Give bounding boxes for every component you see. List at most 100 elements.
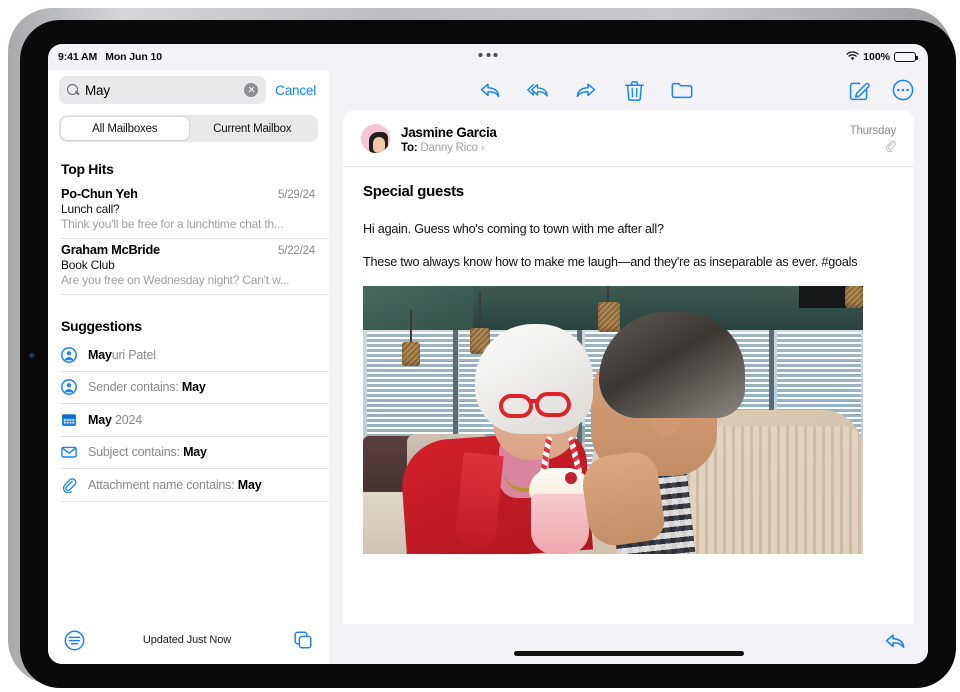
suggestion-match: May [182,380,206,394]
suggestion-label: Mayuri Patel [88,348,156,362]
suggestion-match: May [183,445,207,459]
multitasking-dots-icon[interactable] [479,53,498,57]
photo-red-glasses [535,392,571,417]
battery-full-icon [894,52,916,63]
suggestion-prefix: Sender contains: [88,380,182,394]
list-item[interactable]: Subject contains: May [61,437,329,470]
cancel-search-button[interactable]: Cancel [275,83,318,98]
filter-icon[interactable] [64,630,85,651]
lamp-cord [410,310,412,342]
top-hits-heading: Top Hits [48,161,329,177]
list-item[interactable]: Graham McBride 5/22/24 Book Club Are you… [61,239,329,295]
avatar-face [373,137,385,153]
trash-icon[interactable] [623,79,645,101]
toolbar-left-group [479,79,693,101]
lamp-shade [402,342,420,366]
message-subject: Special guests [363,183,894,200]
clear-search-button[interactable] [244,83,258,97]
split-view: May Cancel All Mailboxes Current Mailbox… [48,70,928,664]
message-bottom-bar [329,624,928,664]
chevron-right-icon: › [481,142,484,154]
photo-milkshake-glass [531,494,589,554]
suggestion-rest: 2024 [112,413,142,427]
top-hit-header: Po-Chun Yeh 5/29/24 [61,186,315,201]
message-date: Thursday [850,125,896,137]
top-hit-sender: Po-Chun Yeh [61,186,278,201]
list-item[interactable]: Po-Chun Yeh 5/29/24 Lunch call? Think yo… [61,183,329,239]
suggestion-label: Attachment name contains: May [88,478,261,492]
recipient-name: Danny Rico [420,142,477,154]
message-body: Special guests Hi again. Guess who's com… [343,167,914,624]
photo-red-glasses [499,394,533,418]
avatar [361,124,390,153]
suggestion-match: May [238,478,262,492]
suggestion-match: May [88,413,112,427]
top-hit-subject: Lunch call? [61,202,315,216]
person-circle-icon [61,379,77,395]
top-hit-date: 5/22/24 [278,245,315,257]
front-camera-icon [29,353,35,359]
top-hit-preview: Are you free on Wednesday night? Can't w… [61,273,315,287]
status-time: 9:41 AM [58,51,97,63]
suggestion-label: Sender contains: May [88,380,206,394]
envelope-icon [61,444,77,460]
ipad-screen: 9:41 AM Mon Jun 10 100% [48,44,928,664]
lamp-shade [845,286,863,308]
suggestions-list: Mayuri Patel Sender contains: May [48,339,329,502]
scope-all-mailboxes[interactable]: All Mailboxes [61,117,189,140]
sidebar-bottom-bar: Updated Just Now [48,620,329,664]
message-header-right: Thursday [850,124,896,153]
status-bar-left: 9:41 AM Mon Jun 10 [58,51,162,63]
suggestion-prefix: Attachment name contains: [88,478,238,492]
search-icon [67,84,79,96]
message-card: Jasmine Garcia To: Danny Rico › Thursday [343,110,914,624]
dot [486,53,490,57]
copy-multiselect-icon[interactable] [293,630,313,650]
mailbox-scope-segmented-control[interactable]: All Mailboxes Current Mailbox [59,115,318,142]
photo-cherry [565,472,577,484]
compose-pencil-icon[interactable] [848,79,870,101]
suggestion-label: Subject contains: May [88,445,207,459]
status-date: Mon Jun 10 [105,51,162,63]
photo-glasses-bridge [531,399,539,403]
list-item[interactable]: Mayuri Patel [61,339,329,372]
suggestion-prefix: Subject contains: [88,445,183,459]
list-item[interactable]: Attachment name contains: May [61,469,329,502]
device-frame: 9:41 AM Mon Jun 10 100% [8,8,952,684]
forward-arrow-icon[interactable] [575,79,597,101]
to-label: To: [401,142,417,154]
message-paragraph: These two always know how to make me lau… [363,253,894,272]
lamp-shade [598,302,620,332]
scope-current-mailbox[interactable]: Current Mailbox [189,117,317,140]
paperclip-icon [61,477,77,493]
message-detail-pane: Jasmine Garcia To: Danny Rico › Thursday [329,70,928,664]
list-item[interactable]: Sender contains: May [61,372,329,405]
message-header: Jasmine Garcia To: Danny Rico › Thursday [343,110,914,167]
search-input[interactable]: May [59,76,266,104]
wifi-icon [846,51,859,64]
reply-arrow-icon[interactable] [884,630,906,652]
dot [479,53,483,57]
reply-arrow-icon[interactable] [479,79,501,101]
ellipsis-circle-icon[interactable] [892,79,914,101]
top-hit-date: 5/29/24 [278,189,315,201]
photo-person-hair [475,324,593,434]
toolbar-right-group [848,79,914,101]
lamp-cord [479,292,481,328]
calendar-icon [61,412,77,428]
suggestions-heading: Suggestions [48,318,329,334]
message-toolbar [329,70,928,110]
message-sender-name: Jasmine Garcia [401,125,850,140]
top-hit-sender: Graham McBride [61,242,278,257]
search-row: May Cancel [48,70,329,104]
battery-percent: 100% [863,51,890,63]
dot [494,53,498,57]
home-indicator[interactable] [514,651,744,656]
message-recipient-row[interactable]: To: Danny Rico › [401,142,850,154]
suggestion-label: May 2024 [88,413,142,427]
list-item[interactable]: May 2024 [61,404,329,437]
reply-all-arrow-icon[interactable] [527,79,549,101]
message-photo-attachment[interactable] [363,286,863,554]
top-hit-preview: Think you'll be free for a lunchtime cha… [61,217,315,231]
folder-icon[interactable] [671,79,693,101]
